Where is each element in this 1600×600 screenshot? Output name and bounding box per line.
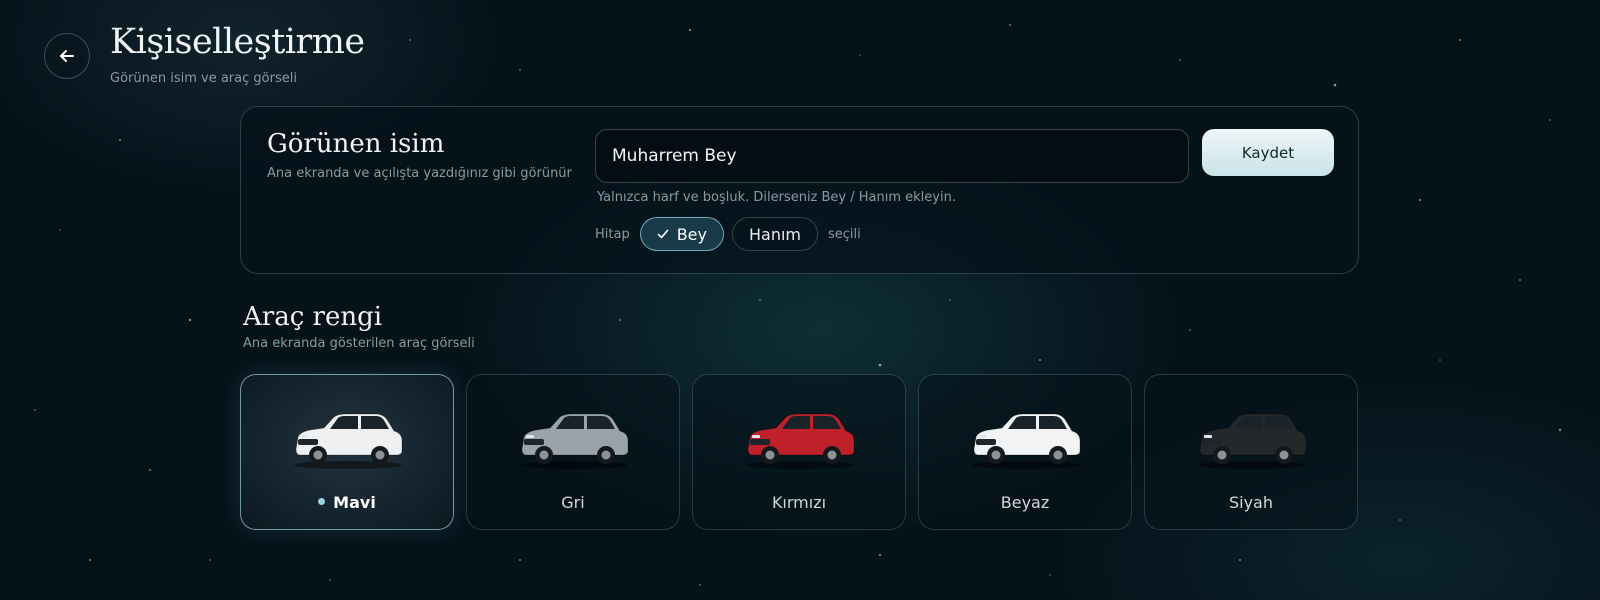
color-option-gri[interactable]: Gri: [466, 374, 680, 530]
display-name-subtitle: Ana ekranda ve açılışta yazdığınız gibi …: [267, 166, 572, 181]
color-option-beyaz[interactable]: Beyaz: [918, 374, 1132, 530]
save-button[interactable]: Kaydet: [1202, 129, 1334, 176]
page-title: Kişiselleştirme: [110, 22, 365, 62]
display-name-card: Görünen isim Ana ekranda ve açılışta yaz…: [240, 106, 1359, 274]
color-option-beyaz-label: Beyaz: [1000, 493, 1050, 512]
car-color-title: Araç rengi: [243, 302, 383, 332]
hitap-chip-hanim[interactable]: Hanım: [732, 217, 819, 251]
color-option-label: Mavi: [241, 493, 453, 512]
car-image: [972, 413, 1081, 469]
hitap-chip-hanim-label: Hanım: [749, 224, 802, 244]
color-option-kirmizi[interactable]: Kırmızı: [692, 374, 906, 530]
hitap-label: Hitap: [595, 226, 630, 242]
car-image: [520, 413, 629, 469]
color-option-siyah-label: Siyah: [1228, 493, 1273, 512]
car-image: [746, 413, 855, 469]
back-button[interactable]: [44, 33, 90, 79]
color-option-mavi[interactable]: Mavi: [240, 374, 454, 530]
car-color-subtitle: Ana ekranda gösterilen araç görseli: [243, 336, 475, 351]
car-image: [1198, 413, 1307, 469]
check-icon: [657, 228, 669, 240]
color-option-gri-label: Gri: [561, 493, 585, 512]
name-hint: Yalnızca harf ve boşluk. Dilerseniz Bey …: [597, 190, 956, 205]
arrow-left-icon: [60, 50, 74, 62]
display-name-title: Görünen isim: [267, 129, 445, 159]
selected-indicator: seçili: [828, 226, 861, 242]
page-subtitle: Görünen isim ve araç görseli: [110, 71, 297, 86]
color-option-mavi-label: Mavi: [333, 493, 376, 512]
display-name-input[interactable]: [595, 129, 1189, 183]
car-color-options: Mavi Gri Kırmızı Beyaz Siyah: [240, 374, 1360, 530]
color-option-kirmizi-label: Kırmızı: [771, 493, 827, 512]
color-option-siyah[interactable]: Siyah: [1144, 374, 1358, 530]
car-image: [294, 413, 403, 469]
hitap-selector: Hitap Bey Hanım seçili: [595, 217, 861, 251]
hitap-chip-bey-label: Bey: [676, 224, 707, 244]
hitap-chip-bey[interactable]: Bey: [639, 217, 724, 251]
selected-dot: [318, 498, 326, 505]
